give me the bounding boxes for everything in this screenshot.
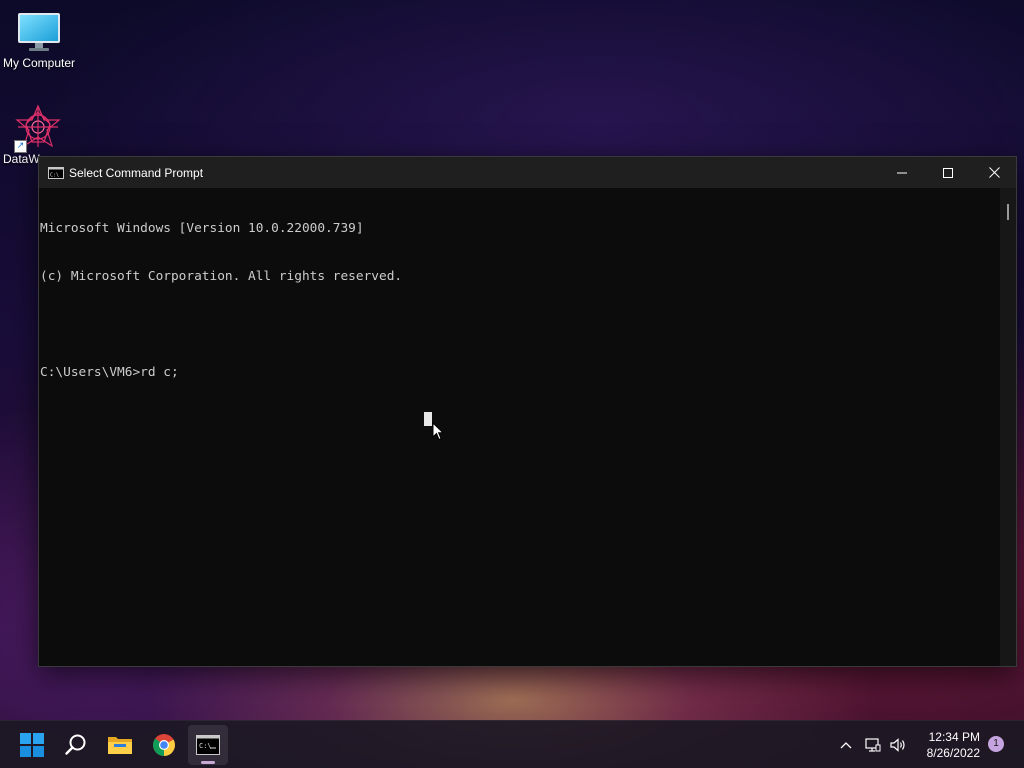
- network-button[interactable]: [862, 721, 884, 768]
- svg-text:C:\: C:\: [199, 742, 212, 750]
- chrome-icon: [153, 734, 175, 756]
- close-icon: [988, 167, 1000, 178]
- active-app-indicator: [201, 761, 215, 764]
- file-explorer-button[interactable]: [100, 725, 140, 765]
- minimize-icon: [897, 172, 907, 173]
- console-line: (c) Microsoft Corporation. All rights re…: [40, 269, 403, 284]
- maximize-button[interactable]: [925, 157, 971, 188]
- start-button[interactable]: [12, 725, 52, 765]
- mouse-pointer-icon: [432, 422, 444, 441]
- volume-icon: [890, 738, 905, 752]
- taskbar-clock[interactable]: 12:34 PM 8/26/2022: [914, 729, 980, 761]
- clock-date: 8/26/2022: [926, 746, 980, 760]
- console-output[interactable]: Microsoft Windows [Version 10.0.22000.73…: [39, 188, 999, 666]
- desktop-icon-my-computer[interactable]: My Computer: [0, 8, 78, 70]
- start-icon: [20, 733, 44, 757]
- taskbar: C:\ 12:34 PM 8/26/2022: [0, 720, 1024, 768]
- maximize-icon: [943, 167, 953, 178]
- command-prompt-taskbar-button[interactable]: C:\: [188, 725, 228, 765]
- svg-text:C:\: C:\: [50, 172, 59, 178]
- search-button[interactable]: [56, 725, 96, 765]
- command-prompt-window[interactable]: C:\ Select Command Prompt Microsoft Wind…: [38, 156, 1017, 667]
- file-explorer-icon: [108, 737, 132, 754]
- close-button[interactable]: [971, 157, 1017, 188]
- desktop-icon-label: My Computer: [2, 56, 76, 70]
- volume-button[interactable]: [887, 721, 909, 768]
- cmd-icon: C:\: [48, 166, 64, 179]
- text-cursor: [424, 412, 432, 426]
- console-scrollbar[interactable]: [1000, 188, 1016, 666]
- chrome-button[interactable]: [144, 725, 184, 765]
- show-hidden-icons-button[interactable]: [834, 721, 858, 768]
- search-icon: [65, 734, 86, 755]
- network-icon: [865, 738, 881, 752]
- cmd-icon: C:\: [196, 735, 220, 755]
- console-line: C:\Users\VM6>rd c;: [40, 365, 179, 380]
- monitor-icon: [18, 13, 60, 51]
- clock-time: 12:34 PM: [928, 730, 980, 744]
- window-titlebar[interactable]: C:\ Select Command Prompt: [39, 157, 1016, 188]
- console-line: Microsoft Windows [Version 10.0.22000.73…: [40, 221, 364, 236]
- shortcut-arrow-icon: ↗: [14, 140, 27, 153]
- scrollbar-thumb[interactable]: [1007, 204, 1009, 220]
- notification-badge[interactable]: 1: [988, 736, 1004, 752]
- window-title: Select Command Prompt: [69, 165, 204, 180]
- chevron-up-icon: [840, 742, 852, 749]
- minimize-button[interactable]: [879, 157, 925, 188]
